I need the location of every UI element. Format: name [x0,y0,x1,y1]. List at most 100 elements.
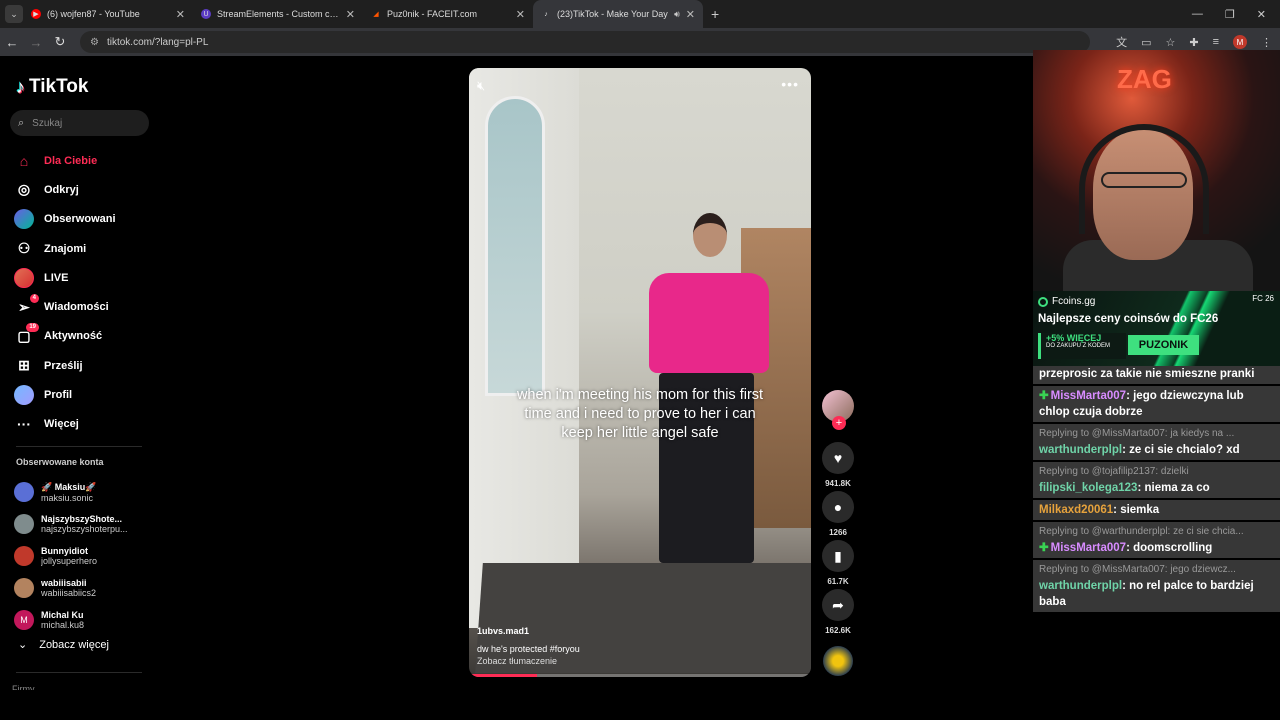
tiktok-sidebar: ♪ TikTok ⌕ Szukaj ⌂ Dla Ciebie ◎ Odkryj … [0,58,160,720]
nav-item-friends[interactable]: ⚇ Znajomi [14,234,154,263]
chat-username: MissMarta007 [1050,390,1127,402]
account-name: 🚀 Maksiu🚀 [41,481,97,492]
video-scene-person-shirt [649,273,769,373]
video-author[interactable]: 1ubvs.mad1 [477,626,529,636]
chat-reply-context: Replying to @MissMarta007: jego dziewcz.… [1039,564,1236,575]
cast-icon[interactable]: ▭ [1141,36,1151,49]
restore-icon[interactable]: ❐ [1225,8,1235,21]
search-placeholder: Szukaj [32,117,63,129]
site-info-icon[interactable]: ⚙ [90,37,99,48]
see-more-button[interactable]: ⌄ Zobacz więcej [18,638,109,652]
nav-item-messages[interactable]: ➢ 4 Wiadomości [14,292,154,321]
nav-label: Więcej [44,418,79,431]
music-disc-icon[interactable] [823,646,853,676]
following-account[interactable]: M Michal Ku michal.ku8 [14,604,154,636]
close-icon[interactable]: ✕ [346,8,355,21]
save-button[interactable]: ▮ [822,540,854,572]
tab-search-button[interactable]: ⌄ [5,5,23,23]
youtube-icon: ▶ [31,9,41,19]
following-account[interactable]: NajszybszyShote... najszybszyshoterpu... [14,508,154,540]
nav-item-explore[interactable]: ◎ Odkryj [14,175,154,204]
profile-avatar[interactable]: M [1233,35,1247,49]
close-icon[interactable]: ✕ [516,8,525,21]
account-handle: michal.ku8 [41,620,85,630]
following-account[interactable]: Bunnyidiot jollysuperhero [14,540,154,572]
search-input[interactable]: ⌕ Szukaj [10,110,149,136]
sponsor-bonus-box: +5% WIĘCEJ DO ZAKUPU Z KODEM [1038,333,1126,359]
save-count: 61.7K [827,577,849,586]
share-icon: ➦ [832,596,844,613]
following-list: 🚀 Maksiu🚀 maksiu.sonic NajszybszyShote..… [14,476,154,636]
url-field[interactable]: ⚙ tiktok.com/?lang=pl-PL [80,31,1090,53]
see-translation-link[interactable]: Zobacz tłumaczenie [477,656,557,666]
chat-reply-context: Replying to @MissMarta007: ja kiedys na … [1039,428,1235,439]
send-icon: ➢ 4 [14,294,39,317]
nav-label: Dla Ciebie [44,154,98,167]
more-icon: ··· [17,416,31,433]
nav-item-upload[interactable]: ⊞ Prześlij [14,351,154,380]
creator-avatar[interactable]: + [822,390,854,430]
nav-label: Obserwowani [44,213,116,226]
tab-youtube[interactable]: ▶ (6) wojfen87 - YouTube ✕ [23,0,193,28]
home-icon: ⌂ [19,152,29,169]
nav-item-for-you[interactable]: ⌂ Dla Ciebie [14,146,154,175]
mute-icon[interactable]: 🔇︎ [477,78,485,94]
back-icon[interactable]: ← [0,35,24,50]
follow-plus-icon[interactable]: + [832,416,846,430]
more-options-icon[interactable]: ••• [781,76,799,92]
nav-item-more[interactable]: ··· Więcej [14,410,154,439]
chat-text: : niema za co [1137,482,1210,494]
share-button[interactable]: ➦ [822,589,854,621]
media-control-icon[interactable]: ≡ [1213,36,1219,48]
video-player[interactable]: 🔇︎ ••• when i'm meeting his mom for this… [469,68,811,677]
logo-text: TikTok [29,76,89,97]
speaker-icon[interactable]: 🔊︎ [674,9,680,20]
bookmark-star-icon[interactable]: ☆ [1165,36,1175,49]
close-icon[interactable]: ✕ [176,8,185,21]
menu-dots-icon[interactable]: ⋮ [1261,36,1272,49]
nav-item-live[interactable]: LIVE [14,263,154,292]
tab-faceit[interactable]: ◢ Puz0nik - FACEIT.com ✕ [363,0,533,28]
video-progress-fill [469,674,538,677]
tab-streamelements[interactable]: U StreamElements - Custom comma ✕ [193,0,363,28]
account-name: Michal Ku [41,610,84,620]
chat-message: Milkaxd20061: siemka [1033,500,1280,522]
nav-item-following[interactable]: Obserwowani [14,205,154,234]
following-account[interactable]: 🚀 Maksiu🚀 maksiu.sonic [14,476,154,508]
nav-label: Odkryj [44,183,79,196]
headset-icon [1079,124,1209,234]
video-actions: + ♥ 941.8K ● 1266 ▮ 61.7K ➦ 162.6K [820,390,856,676]
nav-item-activity[interactable]: ▢ 19 Aktywność [14,322,154,351]
comment-button[interactable]: ● [822,491,854,523]
chat-text: : ze ci sie chcialo? xd [1122,444,1240,456]
main-nav: ⌂ Dla Ciebie ◎ Odkryj Obserwowani ⚇ Znaj… [14,146,154,439]
new-tab-button[interactable]: + [711,6,719,22]
tiktok-logo[interactable]: ♪ TikTok [16,76,88,98]
close-window-icon[interactable]: ✕ [1257,8,1266,21]
sponsor-bonus: +5% WIĘCEJ [1046,333,1102,343]
live-icon [14,267,34,288]
chat-username: filipski_kolega123 [1039,482,1138,494]
translate-icon[interactable]: 文 [1116,34,1127,50]
tab-tiktok[interactable]: ♪ (23)TikTok - Make Your Day 🔊︎ ✕ [533,0,703,28]
extensions-icon[interactable]: ✚ [1189,36,1198,49]
close-icon[interactable]: ✕ [686,8,695,21]
chat-message: Replying to @MissMarta007: jego dziewcz.… [1033,560,1280,614]
reload-icon[interactable]: ↻ [48,34,72,50]
video-progress-bar[interactable] [469,674,811,677]
tab-title: Puz0nik - FACEIT.com [387,9,478,19]
chat-message: Replying to @tojafilip2137: dzielki fili… [1033,462,1280,500]
following-account[interactable]: wabiiisabii wabiiisabiics2 [14,572,154,604]
bell-icon: ▢ 19 [14,323,39,346]
account-handle: wabiiisabiics2 [41,588,97,598]
chat-message: przeprosic za takie nie smieszne pranki [1033,366,1280,386]
chat-text: przeprosic za takie nie smieszne pranki [1039,368,1255,380]
forward-icon[interactable]: → [24,35,48,50]
activity-badge: 19 [26,323,39,333]
like-button[interactable]: ♥ [822,442,854,474]
nav-item-profile[interactable]: Profil [14,380,154,409]
compass-icon: ◎ [17,181,31,198]
upload-icon: ⊞ [18,357,30,374]
tab-title: (6) wojfen87 - YouTube [47,9,140,19]
minimize-icon[interactable]: — [1192,8,1203,20]
